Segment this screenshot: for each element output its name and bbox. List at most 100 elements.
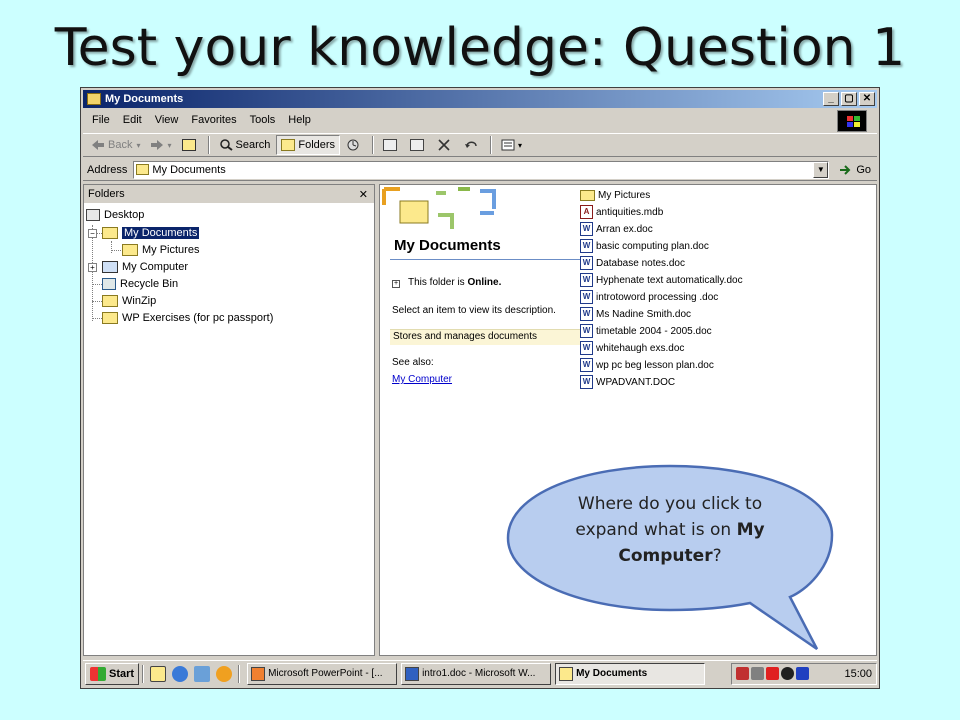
file-item[interactable]: Wtimetable 2004 - 2005.doc	[580, 323, 712, 339]
standard-toolbar: Back ▾ ▾ Search Folders ▾	[83, 133, 877, 157]
file-item[interactable]: Wbasic computing plan.doc	[580, 238, 709, 254]
copy-to-icon	[410, 139, 425, 151]
up-button[interactable]	[178, 135, 203, 155]
menu-edit[interactable]: Edit	[118, 114, 150, 126]
tray-messenger-icon[interactable]	[796, 667, 809, 680]
file-item[interactable]: W Hyphenate text automatically.doc	[580, 272, 743, 288]
show-desktop-icon[interactable]	[150, 665, 167, 682]
undo-button[interactable]	[460, 135, 485, 155]
folder-icon	[580, 189, 595, 201]
tree-line	[111, 241, 112, 253]
tray-app-icon[interactable]	[781, 667, 794, 680]
internet-explorer-icon[interactable]	[172, 665, 189, 682]
move-to-icon	[383, 139, 398, 151]
word-doc-icon: W	[580, 375, 593, 389]
file-name: WPADVANT.DOC	[596, 376, 676, 388]
views-button[interactable]: ▾	[497, 135, 526, 155]
tree-line	[92, 225, 93, 321]
volume-icon[interactable]	[751, 667, 764, 680]
media-player-icon[interactable]	[216, 665, 233, 682]
start-button[interactable]: Start	[85, 662, 140, 685]
taskbar-separator	[142, 664, 145, 683]
tree-item-desktop[interactable]: Desktop	[86, 207, 144, 223]
file-item[interactable]: Wintrotoword processing .doc	[580, 289, 718, 305]
tree-item-my-computer[interactable]: My Computer	[102, 259, 188, 275]
file-item[interactable]: W Ms Nadine Smith.doc	[580, 306, 691, 322]
window-title: My Documents	[105, 93, 184, 105]
copy-to-button[interactable]	[406, 135, 431, 155]
go-label: Go	[856, 163, 872, 176]
file-item[interactable]: Aantiquities.mdb	[580, 204, 663, 220]
acrobat-icon[interactable]	[766, 667, 779, 680]
delete-button[interactable]	[433, 135, 458, 155]
folders-button[interactable]: Folders	[276, 135, 341, 155]
windows-logo-icon	[837, 110, 867, 132]
menu-help[interactable]: Help	[283, 114, 319, 126]
address-bar: Address My Documents ▼ Go	[83, 159, 877, 181]
word-doc-icon: W	[580, 256, 593, 270]
minimize-button[interactable]: _	[823, 92, 839, 106]
maximize-button[interactable]: ▢	[841, 92, 857, 106]
delete-x-icon	[437, 139, 451, 151]
history-button[interactable]	[342, 135, 367, 155]
tree-item-recycle-bin[interactable]: Recycle Bin	[102, 276, 178, 292]
folders-icon	[281, 139, 296, 151]
folders-pane-close-button[interactable]: ✕	[359, 188, 368, 201]
task-label: My Documents	[576, 668, 648, 679]
outlook-express-icon[interactable]	[194, 665, 211, 682]
collapse-my-documents-button[interactable]: −	[88, 229, 97, 238]
file-name: My Pictures	[598, 189, 651, 201]
tree-item-my-pictures[interactable]: My Pictures	[122, 242, 199, 258]
my-documents-folder-icon	[102, 227, 118, 239]
close-button[interactable]: ✕	[859, 92, 875, 106]
powerpoint-icon	[251, 666, 266, 681]
search-label: Search	[235, 139, 271, 151]
tree-item-wp-exercises[interactable]: WP Exercises (for pc passport)	[102, 310, 273, 326]
task-label: intro1.doc - Microsoft W...	[422, 668, 536, 679]
tray-network-icon[interactable]	[736, 667, 749, 680]
file-name: Database notes.doc	[596, 257, 685, 269]
toolbar-separator	[372, 136, 375, 154]
file-item[interactable]: Wwhitehaugh exs.doc	[580, 340, 684, 356]
my-documents-icon	[136, 164, 150, 175]
file-item[interactable]: Wwp pc beg lesson plan.doc	[580, 357, 714, 373]
file-item[interactable]: W WPADVANT.DOC	[580, 374, 675, 390]
task-powerpoint[interactable]: Microsoft PowerPoint - [...	[247, 662, 398, 685]
my-computer-link[interactable]: My Computer	[392, 374, 452, 385]
tree-item-label: My Documents	[122, 227, 200, 239]
menu-favorites[interactable]: Favorites	[186, 114, 244, 126]
task-word[interactable]: intro1.doc - Microsoft W...	[401, 662, 552, 685]
word-doc-icon: W	[580, 324, 593, 338]
file-item[interactable]: W Arran ex.doc	[580, 221, 653, 237]
menu-bar: File Edit View Favorites Tools Help	[83, 110, 877, 130]
question-text: Where do you click to expand what is on …	[545, 491, 795, 569]
word-icon	[405, 666, 420, 681]
desktop-icon	[86, 209, 100, 221]
folder-search-icon	[87, 93, 101, 105]
move-to-button[interactable]	[379, 135, 404, 155]
task-my-documents[interactable]: My Documents	[555, 662, 706, 685]
tree-item-winzip[interactable]: WinZip	[102, 293, 156, 309]
address-dropdown-button[interactable]: ▼	[813, 161, 829, 178]
file-item[interactable]: My Pictures	[580, 187, 650, 203]
menu-tools[interactable]: Tools	[245, 114, 284, 126]
menu-file[interactable]: File	[87, 114, 118, 126]
word-doc-icon: W	[580, 222, 593, 236]
address-field[interactable]: My Documents ▼	[133, 160, 830, 179]
folders-pane-header: Folders ✕	[84, 185, 374, 203]
forward-button[interactable]: ▾	[146, 135, 175, 155]
question-callout: Where do you click to expand what is on …	[505, 463, 835, 653]
folders-pane-title: Folders	[88, 188, 125, 200]
folders-label: Folders	[298, 139, 336, 151]
expand-my-computer-button[interactable]: +	[88, 263, 97, 272]
search-button[interactable]: Search	[215, 135, 275, 155]
address-label: Address	[87, 163, 128, 176]
tree-item-my-documents[interactable]: My Documents	[102, 225, 200, 241]
back-button[interactable]: Back ▾	[87, 135, 144, 155]
go-button[interactable]: Go	[839, 164, 871, 176]
menu-view[interactable]: View	[150, 114, 187, 126]
file-item[interactable]: W Database notes.doc	[580, 255, 685, 271]
online-status: + This folder is Online.	[392, 277, 501, 288]
undo-icon	[464, 139, 478, 151]
folder-banner-graphic	[382, 187, 496, 229]
